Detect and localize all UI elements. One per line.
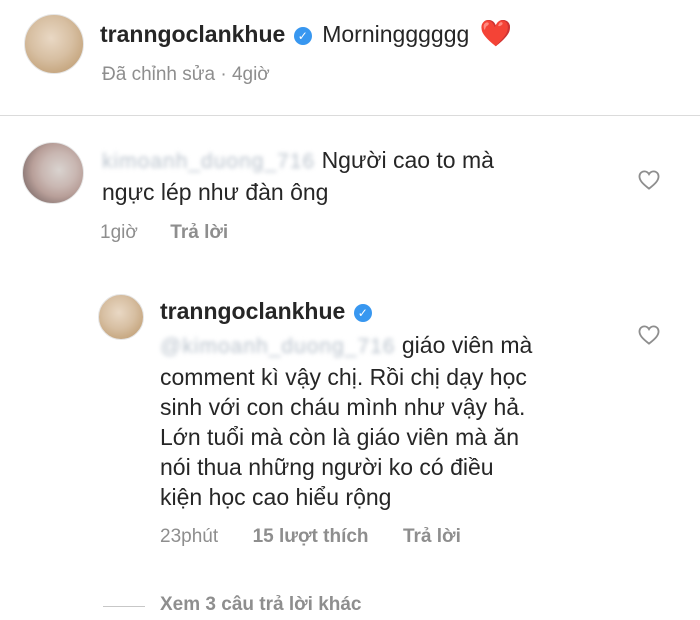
commenter-username-blurred[interactable]: kimoanh_duong_716 (102, 150, 315, 173)
caption-line: tranngoclankhue ✓ Morningggggg ❤️ (100, 18, 512, 49)
comment-time: 1giờ (100, 222, 138, 243)
edited-label: Đã chỉnh sửa (102, 64, 216, 85)
reply-verified-badge-icon: ✓ (353, 304, 372, 322)
reply-username[interactable]: tranngoclankhue (160, 298, 345, 324)
reply-body: @kimoanh_duong_716 giáo viên mà comment … (160, 330, 630, 512)
reply-line6: kiện học cao hiểu rộng (160, 484, 392, 510)
commenter-avatar[interactable] (22, 142, 84, 204)
reply-meta: 23phút 15 lượt thích Trả lời (160, 526, 461, 548)
reply-mention-blurred[interactable]: @kimoanh_duong_716 (160, 335, 396, 358)
caption-time: 4giờ (231, 64, 270, 85)
comment-text-line2: ngực lép như đàn ông (102, 179, 329, 205)
reply-line1: giáo viên mà (401, 332, 533, 358)
reply-likes-count[interactable]: 15 lượt thích (253, 526, 369, 547)
reply-time: 23phút (160, 526, 219, 547)
reply-header: tranngoclankhue ✓ (160, 298, 372, 325)
reply-line4: Lớn tuổi mà còn là giáo viên mà ăn (160, 424, 520, 450)
comment-text-line1: Người cao to mà (321, 147, 494, 173)
view-more-replies-button[interactable]: Xem 3 câu trả lời khác (160, 594, 362, 616)
meta-separator: · (220, 64, 227, 85)
caption-divider (0, 115, 700, 116)
red-heart-emoji: ❤️ (479, 18, 513, 48)
caption-avatar[interactable] (24, 14, 84, 74)
comment-meta: 1giờ Trả lời (100, 222, 228, 244)
comment-body: kimoanh_duong_716 Người cao to mà ngực l… (102, 145, 582, 207)
reply-like-heart-icon[interactable] (638, 325, 660, 345)
caption-text: Morningggggg (322, 21, 470, 47)
caption-username[interactable]: tranngoclankhue (100, 21, 285, 47)
more-replies-line (103, 606, 145, 607)
comment-reply-button[interactable]: Trả lời (170, 222, 228, 243)
reply-line3: sinh với con cháu mình như vậy hả. (160, 394, 526, 420)
reply-avatar[interactable] (98, 294, 144, 340)
caption-meta: Đã chỉnh sửa · 4giờ (102, 64, 270, 86)
comment-like-heart-icon[interactable] (638, 170, 660, 190)
reply-reply-button[interactable]: Trả lời (403, 526, 461, 547)
verified-badge-icon: ✓ (293, 27, 312, 45)
reply-line2: comment kì vậy chị. Rồi chị dạy học (160, 364, 527, 390)
reply-line5: nói thua những người ko có điều (160, 454, 494, 480)
